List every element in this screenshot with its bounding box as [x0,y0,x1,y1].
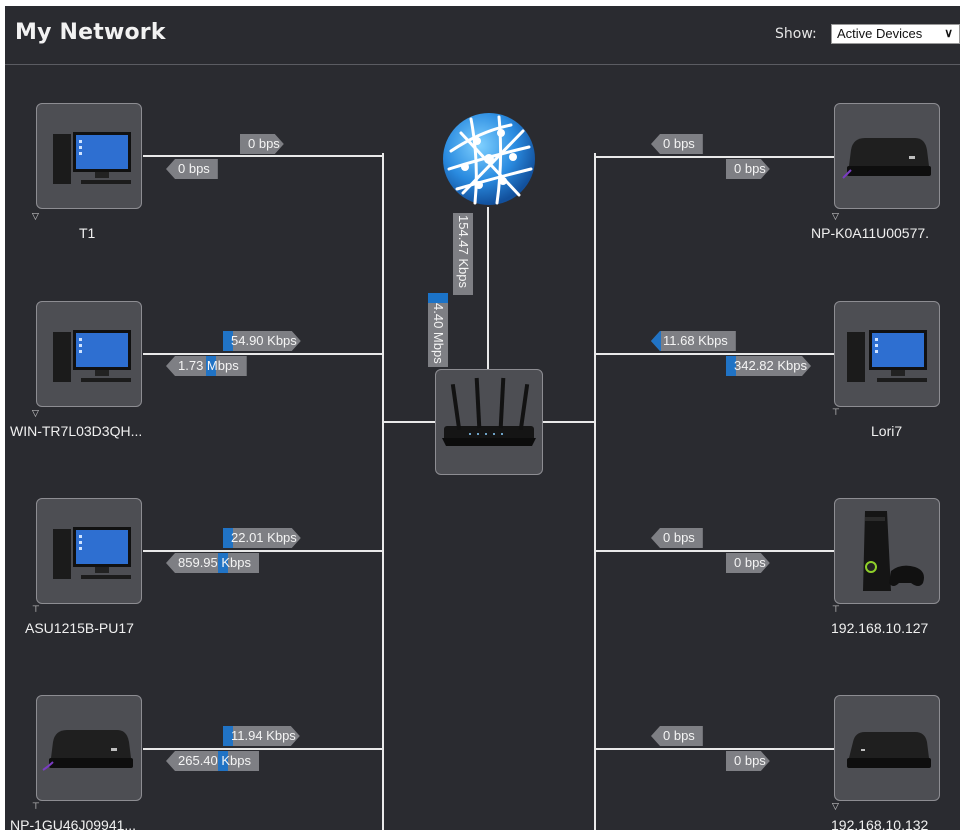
device-name: T1 [79,225,96,241]
router-left-link [383,421,435,423]
download-rate: 0 bps [726,553,770,573]
ethernet-icon: ▽ [32,212,39,222]
device-name: WIN-TR7L03D3QH... [10,423,143,439]
download-rate: 265.40 Kbps [166,751,260,771]
globe-icon[interactable] [441,111,537,207]
device-tile-127[interactable] [834,498,940,604]
internet-link [487,207,489,369]
desktop-computer-icon [53,132,131,184]
upload-rate: 11.94 Kbps [223,726,300,746]
upload-rate: 0 bps [651,528,703,548]
wireless-icon: ⊤ [832,408,840,418]
device-name: 192.168.10.127 [831,620,929,636]
desktop-computer-icon [53,330,131,382]
show-filter-label: Show: [775,26,817,42]
desktop-computer-icon [847,330,927,382]
media-player-icon [847,732,931,768]
device-tile-t1[interactable] [36,103,142,209]
upload-rate: 0 bps [651,726,703,746]
upload-rate: 11.68 Kbps [651,331,736,351]
upload-rate: 22.01 Kbps [223,528,301,548]
router-right-link [543,421,595,423]
show-filter-select[interactable]: Active Devices ∨ [831,24,960,44]
device-name: ASU1215B-PU17 [25,620,134,636]
device-name: NP-K0A11U00577. [811,225,930,241]
right-link-2 [595,353,835,355]
download-rate: 859.95 Kbps [166,553,260,573]
desktop-computer-icon [53,527,131,579]
upload-rate: 0 bps [651,134,703,154]
ethernet-icon: ▽ [832,802,839,812]
media-player-icon [842,138,931,179]
show-filter-value: Active Devices [837,26,923,41]
download-rate: 0 bps [726,751,770,771]
right-link-3 [595,550,835,552]
wireless-icon: ⊤ [32,802,40,812]
router-device[interactable] [435,369,543,475]
page-title: My Network [15,20,166,45]
left-link-2 [143,353,383,355]
upload-rate: 54.90 Kbps [223,331,301,351]
left-link-1 [143,155,383,157]
game-console-icon [863,511,924,591]
download-rate: 0 bps [166,159,218,179]
device-name: 192.168.10.132 [831,817,929,830]
device-name: NP-1GU46J09941... [10,817,137,830]
internet-download-rate: 4.40 Mbps [428,293,448,367]
wireless-icon: ⊤ [832,605,840,615]
download-rate: 0 bps [726,159,770,179]
device-tile-npk0a[interactable] [834,103,940,209]
ethernet-icon: ▽ [32,409,39,419]
download-rate: 342.82 Kbps [726,356,811,376]
device-tile-win[interactable] [36,301,142,407]
ethernet-icon: ▽ [832,212,839,222]
left-bus-line [382,153,384,830]
network-map: 154.47 Kbps 4.40 Mbps ▽ T1 0 bps 0 bps ▽… [5,65,960,830]
device-tile-lori7[interactable] [834,301,940,407]
upload-rate: 0 bps [240,134,284,154]
device-name: Lori7 [871,423,903,439]
left-link-3 [143,550,383,552]
device-tile-132[interactable] [834,695,940,801]
chevron-down-icon: ∨ [944,26,953,40]
panel-header: My Network Show: Active Devices ∨ [5,6,960,65]
right-bus-line [594,153,596,830]
download-rate: 1.73 Mbps [166,356,247,376]
device-tile-asu[interactable] [36,498,142,604]
media-player-icon [42,730,133,771]
wireless-icon: ⊤ [32,605,40,615]
right-link-1 [595,156,835,158]
my-network-panel: My Network Show: Active Devices ∨ 154.47… [5,6,960,830]
left-link-4 [143,748,383,750]
internet-upload-rate: 154.47 Kbps [453,213,473,295]
device-tile-np1[interactable] [36,695,142,801]
right-link-4 [595,748,835,750]
router-icon [442,377,536,446]
